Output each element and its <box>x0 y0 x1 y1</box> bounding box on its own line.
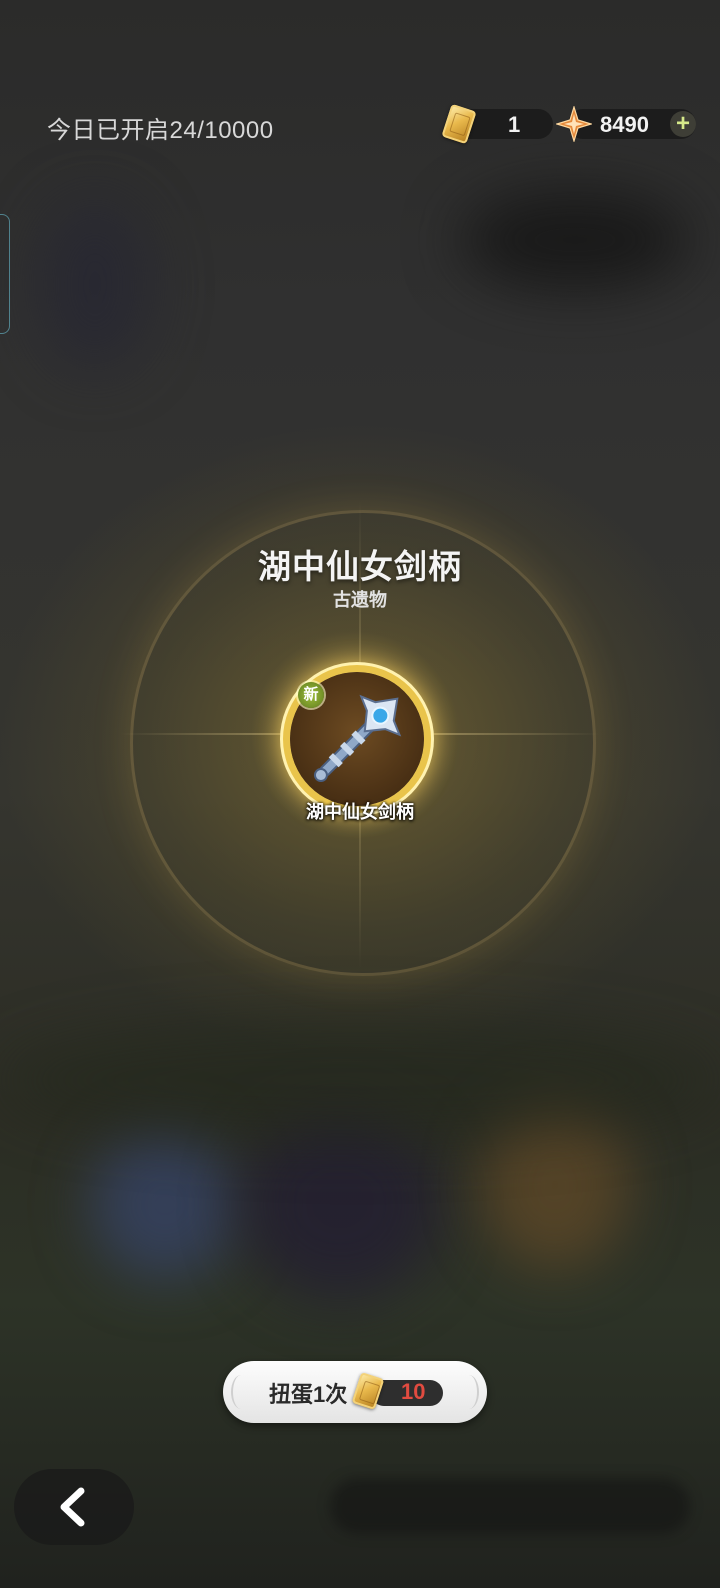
ticket-count: 1 <box>508 112 521 137</box>
background-blur-shape <box>330 1478 690 1534</box>
reward-item-caption: 湖中仙女剑柄 <box>306 802 414 822</box>
reward-item-title: 湖中仙女剑柄 <box>258 548 462 585</box>
new-badge: 新 <box>298 682 324 708</box>
spin-once-label: 扭蛋1次 <box>269 1382 348 1407</box>
button-decoration <box>459 1375 479 1409</box>
daily-open-counter: 今日已开启24/10000 <box>47 117 274 144</box>
background-blur-shape <box>90 1130 240 1280</box>
button-decoration <box>231 1375 251 1409</box>
star-currency-icon <box>556 106 592 142</box>
chevron-left-icon <box>60 1487 85 1527</box>
background-blur-shape <box>0 1020 720 1140</box>
background-blur-shape <box>460 190 690 290</box>
plus-icon: + <box>675 110 690 137</box>
reward-item-category: 古遗物 <box>333 590 387 610</box>
side-tab-edge[interactable] <box>0 214 10 334</box>
star-currency-count: 8490 <box>600 112 649 137</box>
spin-once-button[interactable]: 扭蛋1次 10 <box>223 1361 487 1423</box>
spin-cost-value: 10 <box>401 1379 426 1404</box>
add-currency-button[interactable]: + <box>670 111 696 137</box>
background-blur-shape <box>40 200 150 370</box>
back-button[interactable] <box>14 1469 134 1545</box>
